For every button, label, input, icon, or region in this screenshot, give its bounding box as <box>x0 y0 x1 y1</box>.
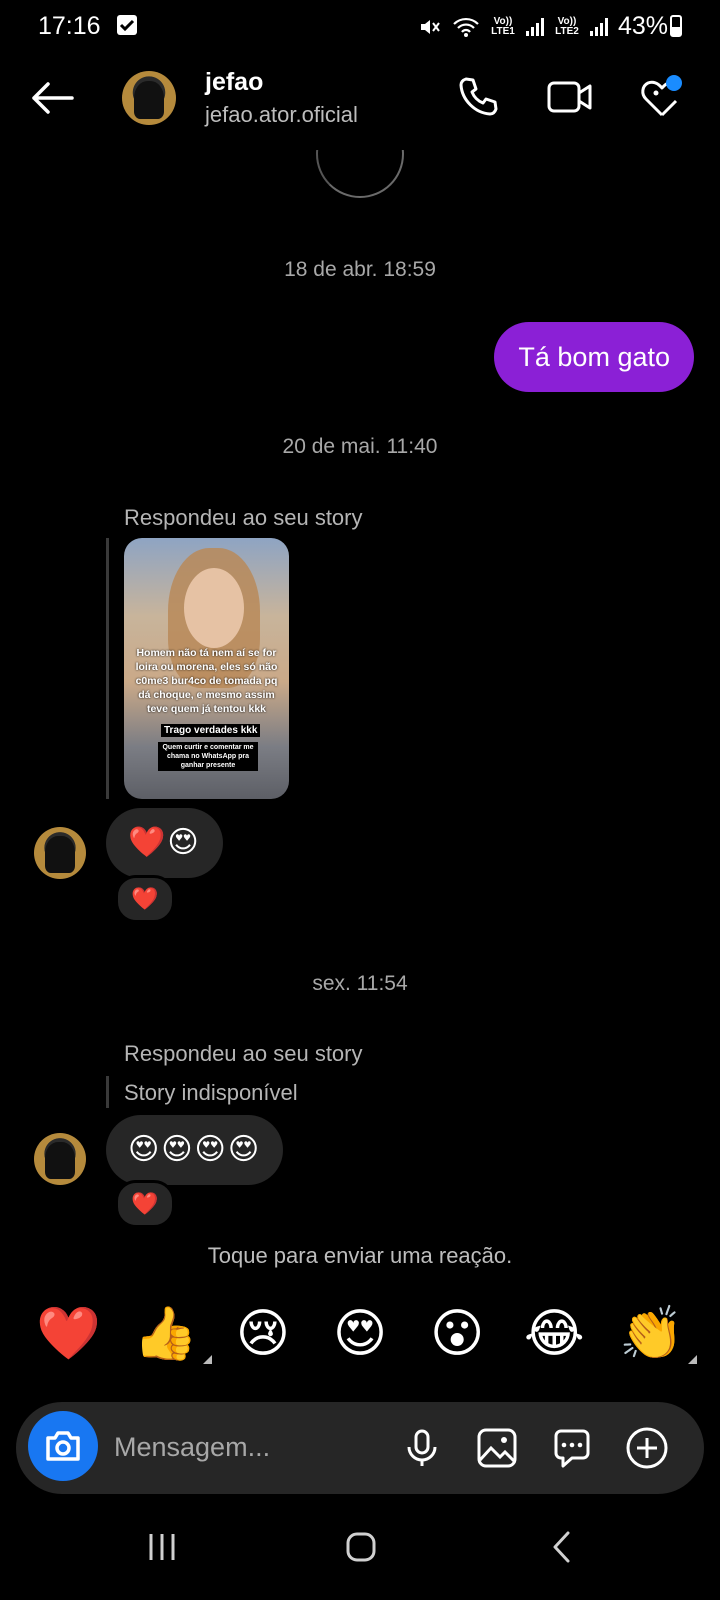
sender-avatar[interactable] <box>34 1133 86 1185</box>
video-camera-icon <box>547 81 592 113</box>
phone-icon <box>459 77 498 116</box>
video-call-button[interactable] <box>546 73 594 121</box>
home-icon[interactable] <box>344 1530 378 1564</box>
signal-1-icon <box>525 17 544 36</box>
recent-apps-icon[interactable] <box>145 1530 179 1564</box>
sender-avatar[interactable] <box>34 827 86 879</box>
story-reply-label: Respondeu ao seu story <box>124 505 363 530</box>
story-caption: Homem não tá nem aí se for loira ou more… <box>135 647 278 715</box>
image-icon <box>477 1428 517 1468</box>
message-reaction[interactable]: ❤️ <box>115 875 175 923</box>
gallery-button[interactable] <box>475 1426 519 1470</box>
sticker-chat-button[interactable] <box>550 1426 594 1470</box>
camera-icon <box>46 1431 80 1461</box>
status-indicators: Vo)) LTE1 Vo)) LTE2 43% <box>418 12 668 41</box>
plus-circle-icon <box>626 1427 668 1469</box>
system-navigation-bar <box>0 1510 720 1600</box>
battery-icon <box>670 15 682 37</box>
outgoing-message[interactable]: Tá bom gato <box>494 322 694 392</box>
contact-name[interactable]: jefao <box>205 68 263 97</box>
message-input[interactable] <box>112 1424 376 1470</box>
reaction-heart-eyes[interactable]: 😍 <box>320 1300 400 1368</box>
story-preview[interactable]: Homem não tá nem aí se for loira ou more… <box>124 538 289 799</box>
reaction-crying[interactable]: 😢 <box>223 1300 303 1368</box>
back-nav-icon[interactable] <box>548 1530 578 1564</box>
story-unavailable: Story indisponível <box>124 1080 298 1105</box>
wifi-icon <box>453 17 479 37</box>
camera-button[interactable] <box>28 1411 98 1481</box>
story-tag: Trago verdades kkk <box>161 724 261 737</box>
reaction-hint: Toque para enviar uma reação. <box>207 1243 513 1268</box>
sim2-label: Vo)) LTE2 <box>555 15 579 37</box>
reaction-surprised[interactable]: 😮 <box>417 1300 497 1368</box>
status-time: 17:16 <box>38 12 101 40</box>
microphone-button[interactable] <box>400 1426 444 1470</box>
back-arrow-icon <box>32 82 74 114</box>
story-small-text: Quem curtir e comentar me chama no Whats… <box>158 742 258 771</box>
timestamp: sex. 11:54 <box>312 972 408 995</box>
checkbox-notification-icon <box>117 15 137 35</box>
incoming-message[interactable]: 😍😍😍😍 <box>106 1115 284 1185</box>
reaction-heart[interactable]: ❤️ <box>29 1300 109 1368</box>
timestamp: 18 de abr. 18:59 <box>284 258 436 281</box>
mute-icon <box>420 19 440 34</box>
contact-username[interactable]: jefao.ator.oficial <box>205 102 358 128</box>
incoming-message[interactable]: ❤️😍 <box>106 808 223 878</box>
reaction-clapping[interactable]: 👏 <box>611 1300 698 1368</box>
reply-indicator-line <box>106 1076 109 1108</box>
reaction-laughing[interactable]: 😂 <box>514 1300 594 1368</box>
battery-percent: 43% <box>617 12 668 40</box>
voice-call-button[interactable] <box>454 73 502 121</box>
more-options-button[interactable] <box>625 1426 669 1470</box>
timestamp: 20 de mai. 11:40 <box>282 435 438 458</box>
back-button[interactable] <box>28 78 78 118</box>
reply-indicator-line <box>106 538 109 799</box>
story-reply-label: Respondeu ao seu story <box>124 1041 363 1066</box>
signal-2-icon <box>589 17 608 36</box>
quick-reactions-bar: ❤️ 👍 😢 😍 😮 😂 👏 <box>0 1300 720 1368</box>
reaction-thumbs-up[interactable]: 👍 <box>126 1300 212 1368</box>
chat-bubble-icon <box>554 1429 590 1468</box>
sim1-label: Vo)) LTE1 <box>491 15 515 37</box>
message-reaction[interactable]: ❤️ <box>115 1180 175 1228</box>
contact-avatar[interactable] <box>122 71 176 125</box>
notification-dot <box>666 75 682 91</box>
microphone-icon <box>407 1429 437 1466</box>
